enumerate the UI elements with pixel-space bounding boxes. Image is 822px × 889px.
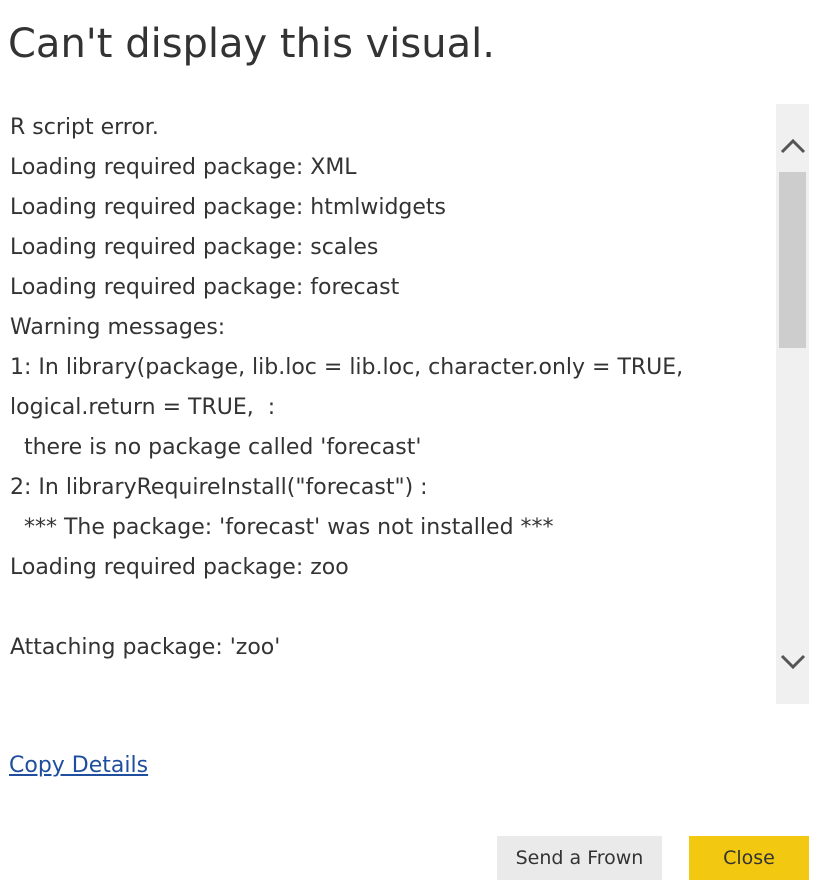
copy-details-link[interactable]: Copy Details [9, 750, 148, 782]
details-line: 2: In libraryRequireInstall("forecast") … [10, 475, 428, 500]
details-line: 1: In library(package, lib.loc = lib.loc… [10, 355, 684, 380]
chevron-down-icon [780, 654, 805, 670]
details-line: Attaching package: 'zoo' [10, 635, 281, 660]
details-line: Loading required package: forecast [10, 275, 400, 300]
details-line: Loading required package: scales [10, 235, 379, 260]
details-line: there is no package called 'forecast' [10, 435, 422, 460]
send-a-frown-button[interactable]: Send a Frown [497, 836, 662, 880]
details-line: Warning messages: [10, 315, 226, 340]
details-line: *** The package: 'forecast' was not inst… [10, 515, 554, 540]
scroll-up-button[interactable] [776, 116, 809, 176]
error-dialog: Can't display this visual. R script erro… [0, 0, 822, 889]
dialog-title: Can't display this visual. [8, 21, 495, 67]
scrollbar-thumb[interactable] [779, 172, 806, 348]
chevron-up-icon [780, 138, 805, 154]
error-details-panel[interactable]: R script error. Loading required package… [0, 104, 810, 704]
details-line: Loading required package: XML [10, 155, 357, 180]
close-button[interactable]: Close [689, 836, 809, 880]
error-details-text: R script error. Loading required package… [10, 108, 770, 698]
details-line [10, 588, 770, 628]
scroll-down-button[interactable] [776, 632, 809, 692]
details-line: Loading required package: zoo [10, 555, 349, 580]
details-line: Loading required package: htmlwidgets [10, 195, 447, 220]
vertical-scrollbar[interactable] [776, 104, 809, 704]
details-line: R script error. [10, 115, 159, 140]
details-line: logical.return = TRUE, : [10, 395, 276, 420]
